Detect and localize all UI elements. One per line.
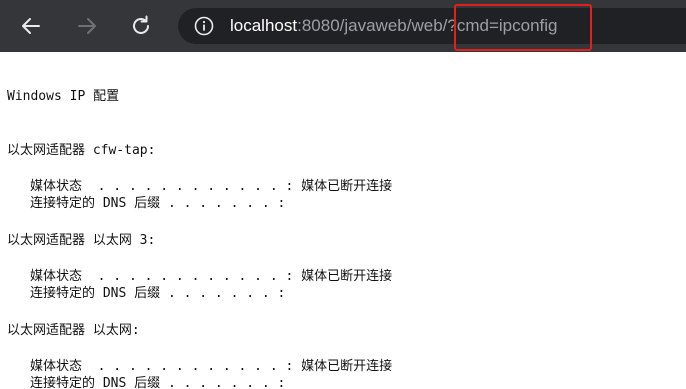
highlight-annotation-box [454, 4, 592, 51]
page-content: Windows IP 配置 以太网适配器 cfw-tap: 媒体状态 . . .… [0, 52, 686, 389]
output-title: Windows IP 配置 [7, 89, 120, 104]
info-icon[interactable] [194, 16, 214, 36]
adapter-dns-suffix: 连接特定的 DNS 后缀 . . . . . . . : [30, 286, 286, 301]
forward-button[interactable] [71, 10, 103, 42]
url-host: localhost [230, 16, 298, 35]
address-bar[interactable]: localhost:8080/javaweb/web/?cmd=ipconfig [178, 8, 686, 44]
back-arrow-icon [22, 18, 40, 34]
adapter-dns-suffix: 连接特定的 DNS 后缀 . . . . . . . : [30, 376, 286, 389]
back-button[interactable] [15, 10, 47, 42]
reload-button[interactable] [125, 10, 157, 42]
forward-arrow-icon [78, 18, 96, 34]
adapter-header: 以太网适配器 cfw-tap: [7, 143, 156, 158]
adapter-dns-suffix: 连接特定的 DNS 后缀 . . . . . . . : [30, 196, 286, 211]
adapter-media-state: 媒体状态 . . . . . . . . . . . . : 媒体已断开连接 [30, 359, 393, 374]
adapter-header: 以太网适配器 以太网: [7, 323, 140, 338]
adapter-media-state: 媒体状态 . . . . . . . . . . . . : 媒体已断开连接 [30, 269, 393, 284]
adapter-header: 以太网适配器 以太网 3: [7, 233, 156, 248]
browser-toolbar: localhost:8080/javaweb/web/?cmd=ipconfig [0, 0, 686, 52]
reload-icon [133, 15, 149, 34]
adapter-media-state: 媒体状态 . . . . . . . . . . . . : 媒体已断开连接 [30, 179, 393, 194]
